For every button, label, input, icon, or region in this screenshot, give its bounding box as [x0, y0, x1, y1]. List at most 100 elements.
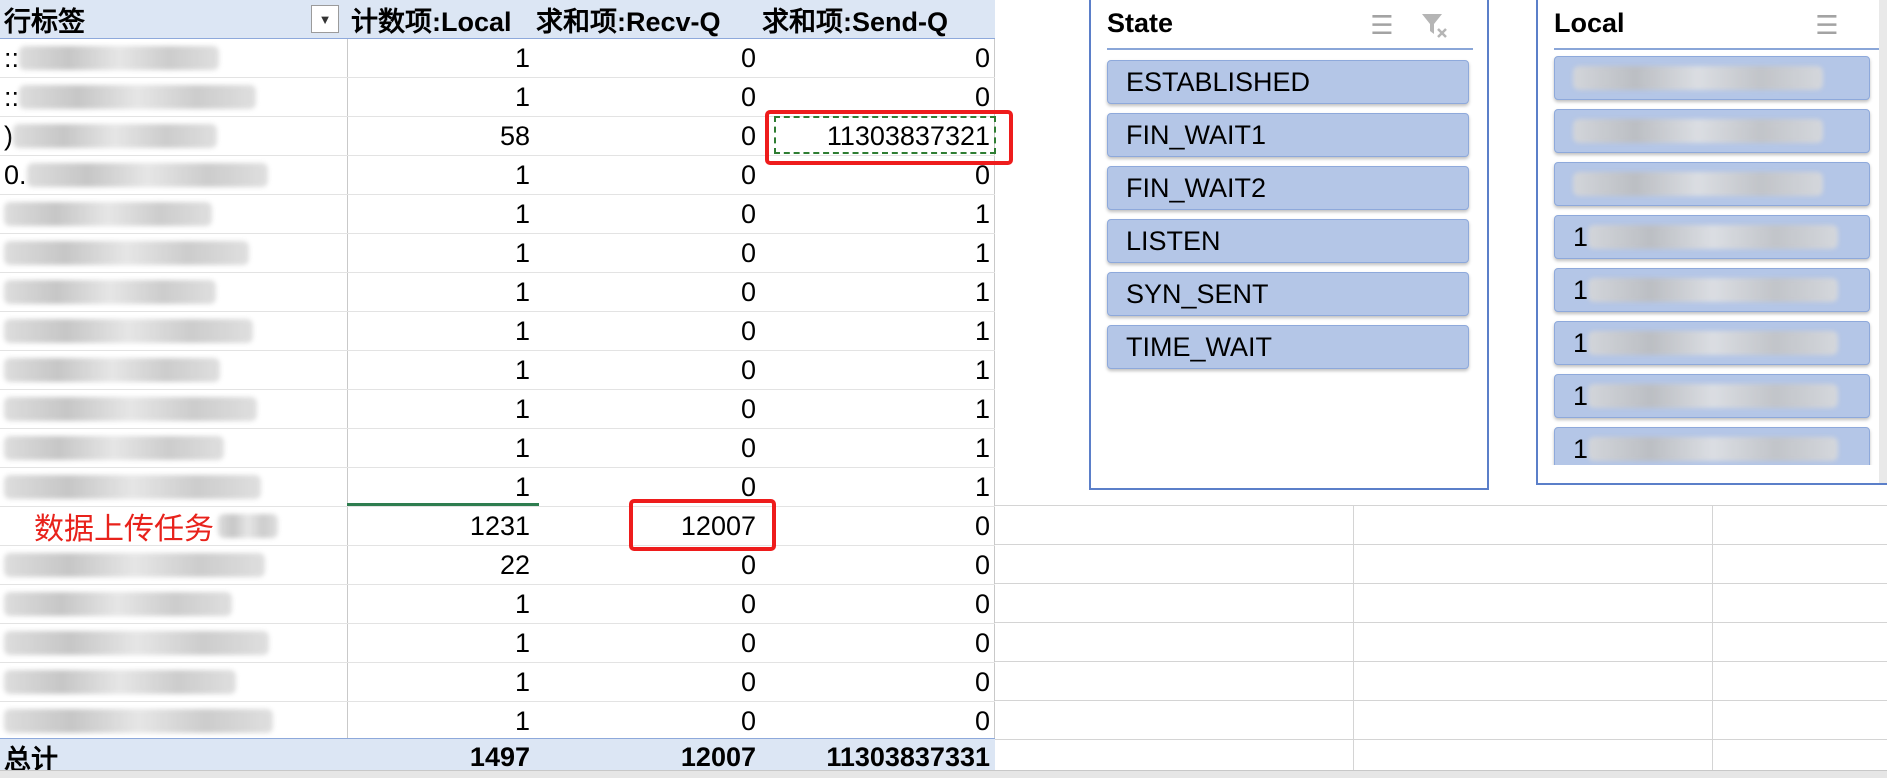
- row-label[interactable]: [4, 351, 344, 389]
- row-label[interactable]: 0.: [4, 156, 344, 194]
- count-local-cell[interactable]: 1: [347, 702, 532, 740]
- count-local-cell[interactable]: 1: [347, 234, 532, 272]
- sum-recvq-cell[interactable]: 0: [532, 273, 758, 311]
- local-slicer-scrollbar[interactable]: [1879, 0, 1887, 483]
- local-slicer-item[interactable]: [1554, 162, 1870, 206]
- row-label[interactable]: [4, 429, 344, 467]
- sum-sendq-cell[interactable]: 0: [758, 624, 992, 662]
- state-slicer-item[interactable]: FIN_WAIT2: [1107, 166, 1469, 210]
- sum-recvq-cell[interactable]: 0: [532, 351, 758, 389]
- sum-recvq-cell[interactable]: 0: [532, 624, 758, 662]
- local-slicer-item[interactable]: [1554, 109, 1870, 153]
- redacted-label: [4, 475, 261, 499]
- sum-recvq-cell[interactable]: 0: [532, 663, 758, 701]
- row-labels-filter-dropdown[interactable]: ▼: [311, 5, 339, 33]
- sum-sendq-header[interactable]: 求和项:Send-Q: [758, 0, 992, 38]
- row-label[interactable]: ::: [4, 39, 344, 77]
- row-label[interactable]: [4, 195, 344, 233]
- state-slicer-item[interactable]: LISTEN: [1107, 219, 1469, 263]
- slicer-header-divider: [1107, 48, 1473, 50]
- row-label[interactable]: [4, 312, 344, 350]
- sum-sendq-cell[interactable]: 1: [758, 234, 992, 272]
- row-label[interactable]: [4, 624, 344, 662]
- annotation-label[interactable]: 数据上传任务: [4, 507, 344, 546]
- sum-sendq-cell[interactable]: 0: [758, 507, 992, 545]
- sum-sendq-cell[interactable]: 1: [758, 468, 992, 506]
- sum-recvq-header[interactable]: 求和项:Recv-Q: [532, 0, 758, 38]
- sum-sendq-cell[interactable]: 0: [758, 585, 992, 623]
- count-local-header[interactable]: 计数项:Local: [347, 0, 532, 38]
- sum-sendq-cell[interactable]: 1: [758, 273, 992, 311]
- sum-sendq-cell[interactable]: 0: [758, 39, 992, 77]
- count-local-cell[interactable]: 58: [347, 117, 532, 155]
- redacted-address: [1588, 225, 1839, 249]
- row-label[interactable]: ): [4, 117, 344, 155]
- row-labels-header[interactable]: 行标签: [4, 0, 344, 38]
- local-slicer-item[interactable]: 1: [1554, 321, 1870, 365]
- state-slicer-item[interactable]: TIME_WAIT: [1107, 325, 1469, 369]
- count-local-cell[interactable]: 1: [347, 663, 532, 701]
- multi-select-icon[interactable]: ☰: [1812, 10, 1842, 40]
- row-label[interactable]: [4, 546, 344, 584]
- sum-sendq-cell[interactable]: 1: [758, 351, 992, 389]
- row-label[interactable]: [4, 702, 344, 740]
- grid-line: [995, 700, 1887, 701]
- count-local-cell[interactable]: 22: [347, 546, 532, 584]
- state-slicer-item[interactable]: FIN_WAIT1: [1107, 113, 1469, 157]
- sum-sendq-cell[interactable]: 1: [758, 429, 992, 467]
- sum-recvq-cell[interactable]: 0: [532, 39, 758, 77]
- local-slicer-item[interactable]: 1: [1554, 268, 1870, 312]
- count-local-cell[interactable]: 1: [347, 195, 532, 233]
- count-local-cell[interactable]: 1: [347, 390, 532, 428]
- sum-recvq-cell[interactable]: 0: [532, 702, 758, 740]
- count-local-cell[interactable]: 1: [347, 429, 532, 467]
- local-slicer-item[interactable]: 1: [1554, 374, 1870, 418]
- clear-filter-icon[interactable]: [1419, 10, 1449, 40]
- row-label[interactable]: [4, 273, 344, 311]
- sum-recvq-cell[interactable]: 0: [532, 585, 758, 623]
- sum-sendq-cell[interactable]: 0: [758, 702, 992, 740]
- row-label[interactable]: [4, 390, 344, 428]
- sum-recvq-cell[interactable]: 0: [532, 78, 758, 116]
- annotation-text: 数据上传任务: [34, 513, 214, 546]
- sum-recvq-cell[interactable]: 0: [532, 546, 758, 584]
- local-slicer-item[interactable]: 1: [1554, 215, 1870, 259]
- count-local-cell[interactable]: 1: [347, 585, 532, 623]
- sum-recvq-cell[interactable]: 0: [532, 429, 758, 467]
- count-local-cell[interactable]: 1: [347, 78, 532, 116]
- row-label[interactable]: [4, 234, 344, 272]
- sum-sendq-cell[interactable]: 0: [758, 663, 992, 701]
- row-label[interactable]: [4, 585, 344, 623]
- sum-sendq-cell[interactable]: 1: [758, 390, 992, 428]
- sum-sendq-cell[interactable]: 1: [758, 312, 992, 350]
- row-label[interactable]: ::: [4, 78, 344, 116]
- redacted-label: [19, 46, 220, 70]
- local-slicer-item[interactable]: [1554, 56, 1870, 100]
- sum-sendq-cell[interactable]: 1: [758, 195, 992, 233]
- redacted-address: [1588, 278, 1839, 302]
- sum-sendq-cell[interactable]: 0: [758, 546, 992, 584]
- multi-select-icon[interactable]: ☰: [1367, 10, 1397, 40]
- count-local-cell[interactable]: 1: [347, 351, 532, 389]
- count-local-cell[interactable]: 1: [347, 39, 532, 77]
- count-local-cell[interactable]: 1: [347, 273, 532, 311]
- sum-recvq-cell[interactable]: 0: [532, 390, 758, 428]
- state-slicer-item[interactable]: ESTABLISHED: [1107, 60, 1469, 104]
- count-local-cell[interactable]: 1: [347, 468, 532, 506]
- sum-recvq-cell[interactable]: 0: [532, 117, 758, 155]
- sum-recvq-cell[interactable]: 0: [532, 312, 758, 350]
- local-slicer-item[interactable]: 1: [1554, 427, 1870, 465]
- count-local-cell[interactable]: 1: [347, 624, 532, 662]
- row-label[interactable]: [4, 468, 344, 506]
- sum-recvq-cell[interactable]: 0: [532, 156, 758, 194]
- state-slicer-item[interactable]: SYN_SENT: [1107, 272, 1469, 316]
- grid-line: [995, 739, 1887, 740]
- local-item-text: 1: [1573, 221, 1589, 252]
- count-local-cell[interactable]: 1: [347, 156, 532, 194]
- redacted-label: [4, 670, 236, 694]
- count-local-cell[interactable]: 1231: [347, 507, 532, 545]
- row-label[interactable]: [4, 663, 344, 701]
- sum-recvq-cell[interactable]: 0: [532, 195, 758, 233]
- count-local-cell[interactable]: 1: [347, 312, 532, 350]
- sum-recvq-cell[interactable]: 0: [532, 234, 758, 272]
